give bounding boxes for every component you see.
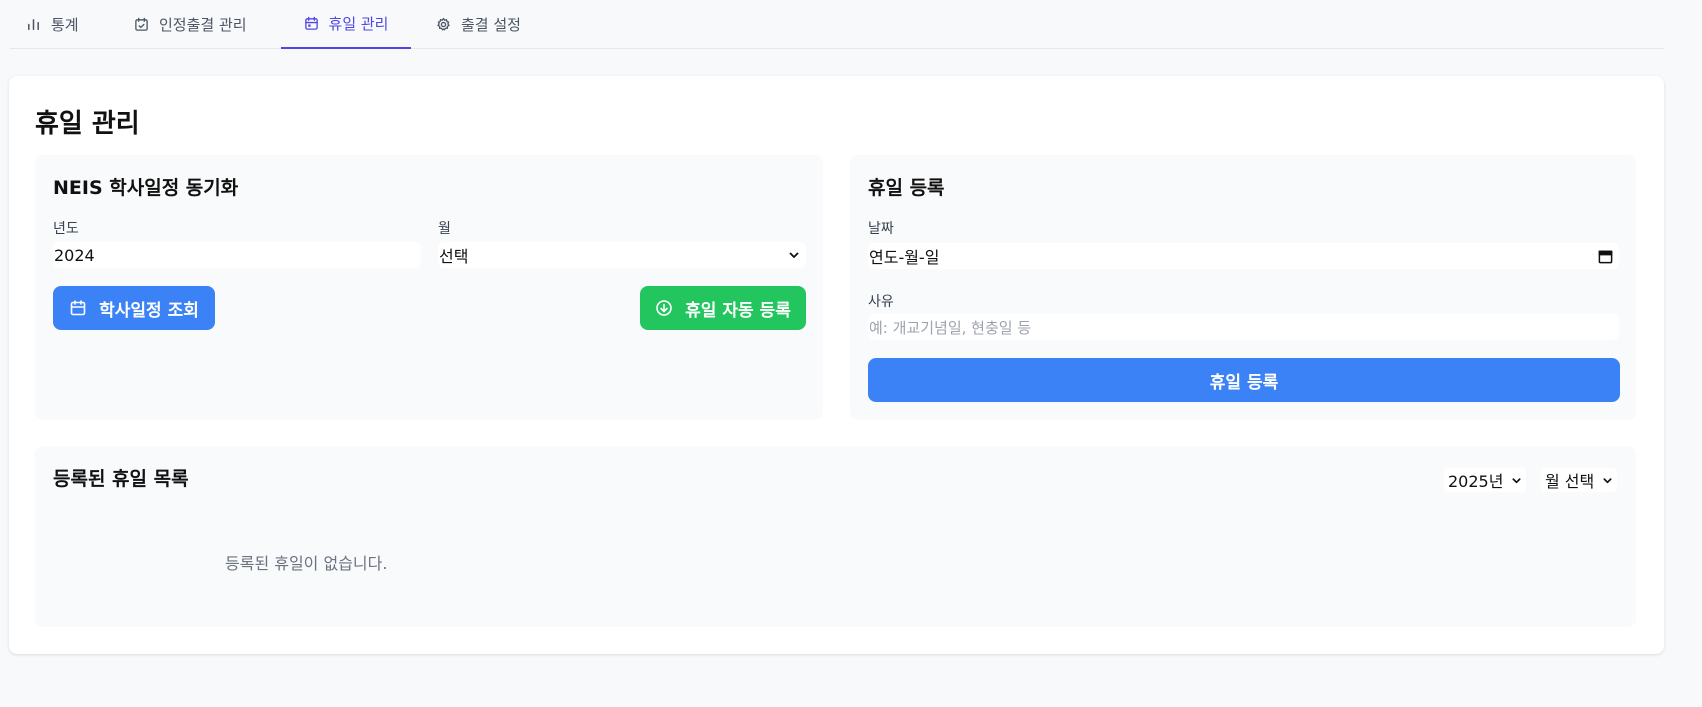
year-filter-value: 2025년 bbox=[1448, 472, 1504, 491]
gear-icon bbox=[437, 17, 450, 31]
bar-chart-icon bbox=[28, 19, 39, 30]
tab-auth-attendance[interactable]: 인정출결 관리 bbox=[134, 0, 247, 49]
date-input-placeholder: 연도-월-일 bbox=[869, 248, 940, 267]
date-input[interactable]: 연도-월-일 bbox=[868, 243, 1619, 269]
holiday-management-card: 휴일 관리 NEIS 학사일정 동기화 년도 2024 월 선택 학사일정 조회… bbox=[9, 76, 1664, 654]
cloud-download-icon bbox=[656, 300, 672, 316]
tab-bar: 통계 인정출결 관리 휴일 관리 출결 설정 bbox=[10, 0, 1664, 49]
tab-auth-label: 인정출결 관리 bbox=[159, 16, 247, 34]
reason-input-placeholder: 예: 개교기념일, 현충일 등 bbox=[869, 318, 1032, 337]
neis-sync-panel: NEIS 학사일정 동기화 년도 2024 월 선택 학사일정 조회 휴일 자동… bbox=[35, 155, 823, 420]
reason-label: 사유 bbox=[868, 294, 894, 310]
month-label: 월 bbox=[438, 221, 451, 237]
register-panel-title: 휴일 등록 bbox=[868, 177, 945, 199]
auto-register-button[interactable]: 휴일 자동 등록 bbox=[640, 286, 806, 330]
tab-settings[interactable]: 출결 설정 bbox=[436, 0, 521, 49]
month-filter-select[interactable]: 월 선택 bbox=[1541, 468, 1618, 492]
calendar-icon[interactable] bbox=[1598, 249, 1613, 264]
year-filter-select[interactable]: 2025년 bbox=[1444, 468, 1527, 492]
chevron-down-icon bbox=[1603, 477, 1612, 483]
tab-settings-label: 출결 설정 bbox=[461, 16, 521, 34]
list-panel-title: 등록된 휴일 목록 bbox=[53, 468, 189, 490]
calendar-icon bbox=[304, 16, 318, 30]
calendar-check-icon bbox=[135, 17, 148, 31]
month-filter-value: 월 선택 bbox=[1545, 472, 1595, 491]
empty-list-message: 등록된 휴일이 없습니다. bbox=[225, 554, 388, 573]
registered-holiday-list-panel: 등록된 휴일 목록 2025년 월 선택 등록된 휴일이 없습니다. bbox=[35, 446, 1636, 627]
tab-stats[interactable]: 통계 bbox=[26, 0, 79, 49]
register-holiday-label: 휴일 등록 bbox=[1209, 372, 1279, 393]
year-input[interactable]: 2024 bbox=[53, 242, 421, 268]
month-select-value: 선택 bbox=[439, 247, 469, 266]
calendar-icon bbox=[70, 300, 86, 316]
chevron-down-icon bbox=[789, 252, 799, 258]
reason-input[interactable]: 예: 개교기념일, 현충일 등 bbox=[868, 314, 1619, 340]
month-select[interactable]: 선택 bbox=[438, 242, 806, 268]
year-label: 년도 bbox=[53, 221, 79, 237]
tab-holiday-label: 휴일 관리 bbox=[328, 15, 389, 33]
auto-register-label: 휴일 자동 등록 bbox=[685, 300, 791, 321]
tab-stats-label: 통계 bbox=[51, 16, 79, 34]
neis-panel-title: NEIS 학사일정 동기화 bbox=[53, 177, 239, 199]
register-holiday-button[interactable]: 휴일 등록 bbox=[868, 358, 1620, 402]
holiday-register-panel: 휴일 등록 날짜 연도-월-일 사유 예: 개교기념일, 현충일 등 휴일 등록 bbox=[850, 155, 1636, 420]
tab-holiday[interactable]: 휴일 관리 bbox=[281, 0, 411, 49]
lookup-schedule-label: 학사일정 조회 bbox=[99, 300, 199, 321]
date-label: 날짜 bbox=[868, 221, 894, 237]
lookup-schedule-button[interactable]: 학사일정 조회 bbox=[53, 286, 215, 330]
year-input-value: 2024 bbox=[54, 245, 95, 265]
page-title: 휴일 관리 bbox=[35, 109, 140, 139]
chevron-down-icon bbox=[1512, 477, 1521, 483]
